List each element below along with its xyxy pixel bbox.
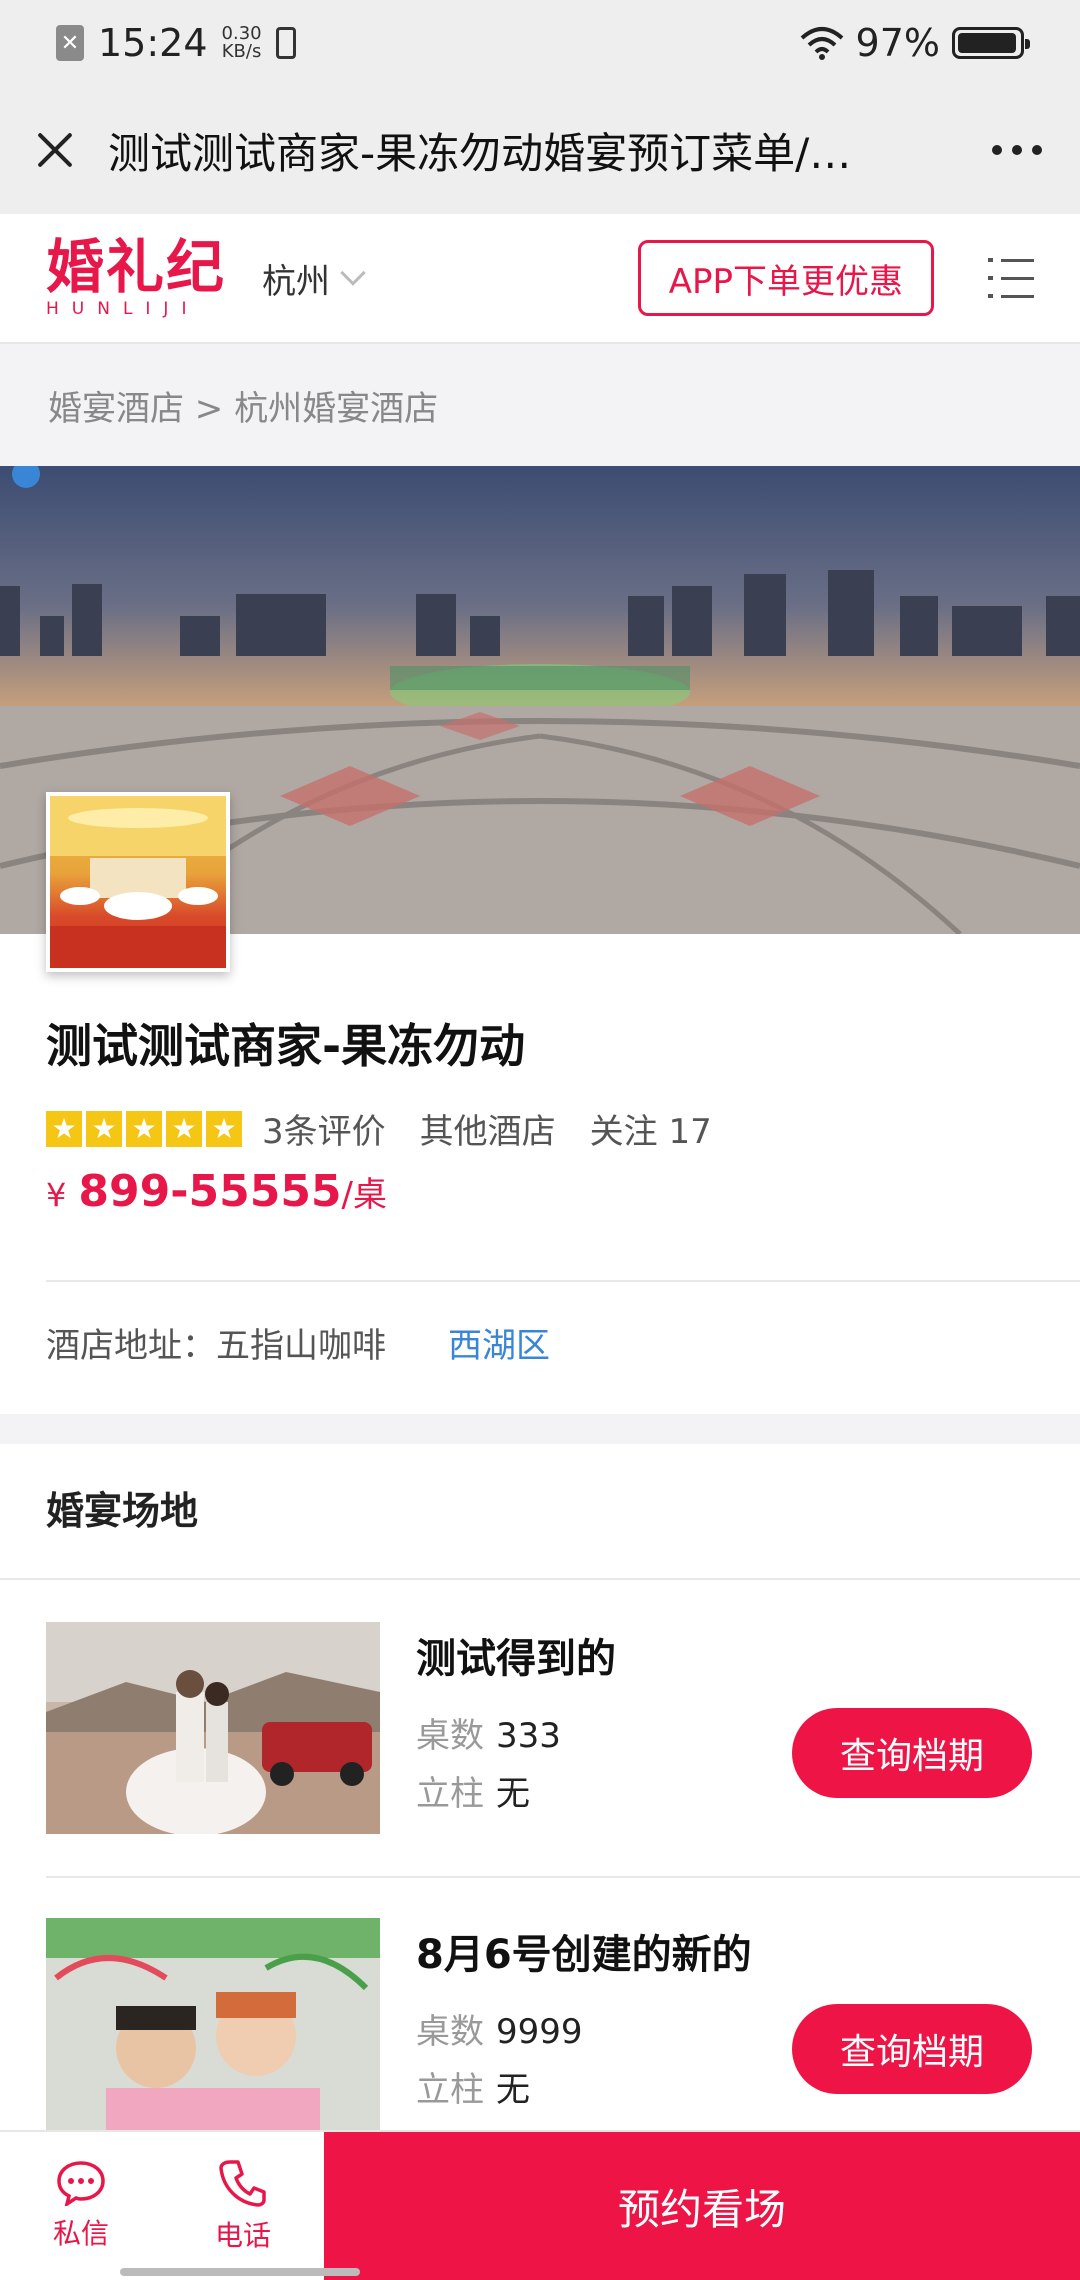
app-order-button[interactable]: APP下单更优惠 — [637, 240, 934, 316]
city-label: 杭州 — [262, 261, 331, 302]
district-link[interactable]: 西湖区 — [448, 1318, 550, 1367]
venue-image[interactable] — [46, 1622, 380, 1834]
shop-thumbnail[interactable] — [46, 792, 230, 972]
check-schedule-button[interactable]: 查询档期 — [792, 2004, 1032, 2094]
menu-icon[interactable] — [988, 258, 1034, 298]
rating-stars: ★ ★ ★ ★ ★ — [46, 1110, 242, 1147]
status-bar: ✕ 15:24 0.30 KB/s 97% — [0, 0, 1080, 86]
venue-name: 测试得到的 — [416, 1636, 616, 1682]
venue-image[interactable] — [46, 1918, 380, 2130]
chevron-down-icon — [340, 260, 366, 286]
battery-percent: 97% — [855, 21, 940, 65]
follow-count: 关注 17 — [589, 1112, 712, 1152]
price-unit: /桌 — [341, 1175, 388, 1215]
phone-icon — [219, 2160, 266, 2207]
venue-tables: 桌数 333 — [416, 1716, 561, 1756]
venue-pillar: 立柱无 — [416, 1774, 530, 1814]
shop-name: 测试测试商家-果冻勿动 — [46, 1019, 526, 1073]
price-currency: ¥ — [46, 1176, 67, 1214]
notification-icon: ✕ — [56, 25, 84, 61]
divider — [46, 1280, 1080, 1282]
star-icon: ★ — [46, 1110, 82, 1147]
page-title: 测试测试商家-果冻勿动婚宴预订菜单/… — [108, 128, 852, 178]
address-label: 酒店地址： — [46, 1326, 216, 1366]
star-icon: ★ — [206, 1110, 242, 1147]
section-gap — [0, 1414, 1080, 1444]
device-icon — [275, 27, 296, 59]
hotel-address: 酒店地址： 五指山咖啡 西湖区 — [46, 1318, 550, 1367]
price-value: 899-55555 — [78, 1166, 342, 1217]
battery-level — [958, 33, 1017, 53]
network-speed: 0.30 KB/s — [221, 23, 262, 62]
battery-icon — [952, 27, 1030, 59]
section-title: 婚宴场地 — [46, 1489, 199, 1533]
chat-icon — [57, 2161, 105, 2206]
bottom-action-bar: 私信 电话 预约看场 — [0, 2130, 1080, 2280]
star-icon: ★ — [86, 1110, 122, 1147]
phone-label: 电话 — [214, 2219, 271, 2252]
star-icon: ★ — [166, 1110, 202, 1147]
venue-pillar: 立柱无 — [416, 2070, 530, 2110]
home-indicator — [120, 2268, 360, 2276]
book-visit-button[interactable]: 预约看场 — [324, 2132, 1080, 2280]
message-label: 私信 — [52, 2217, 109, 2250]
status-time: 15:24 — [98, 21, 208, 65]
webview-title-bar: 测试测试商家-果冻勿动婚宴预订菜单/… — [0, 86, 1080, 214]
phone-button[interactable]: 电话 — [162, 2132, 324, 2280]
price-range: ¥ 899-55555 /桌 — [46, 1166, 387, 1217]
rating-row: ★ ★ ★ ★ ★ 3条评价 其他酒店 关注 17 — [46, 1104, 712, 1153]
star-icon: ★ — [126, 1110, 162, 1147]
close-icon[interactable] — [30, 125, 80, 175]
address-value: 五指山咖啡 — [216, 1326, 386, 1366]
more-options-icon[interactable] — [992, 145, 1050, 155]
message-button[interactable]: 私信 — [0, 2132, 162, 2280]
check-schedule-button[interactable]: 查询档期 — [792, 1708, 1032, 1798]
breadcrumb[interactable]: 婚宴酒店 > 杭州婚宴酒店 — [0, 344, 1080, 466]
review-count[interactable]: 3条评价 — [262, 1104, 386, 1153]
shop-category: 其他酒店 — [419, 1112, 556, 1152]
venue-card[interactable]: 测试得到的 桌数 333 立柱无 查询档期 — [0, 1580, 1080, 1878]
venue-name: 8月6号创建的新的 — [416, 1932, 752, 1978]
city-selector[interactable]: 杭州 — [262, 254, 366, 303]
hunliji-logo[interactable]: 婚礼纪 HUNLIJI — [46, 237, 226, 319]
site-header: 婚礼纪 HUNLIJI 杭州 APP下单更优惠 — [0, 214, 1080, 344]
wifi-icon — [800, 27, 843, 60]
venue-tables: 桌数 9999 — [416, 2012, 583, 2052]
